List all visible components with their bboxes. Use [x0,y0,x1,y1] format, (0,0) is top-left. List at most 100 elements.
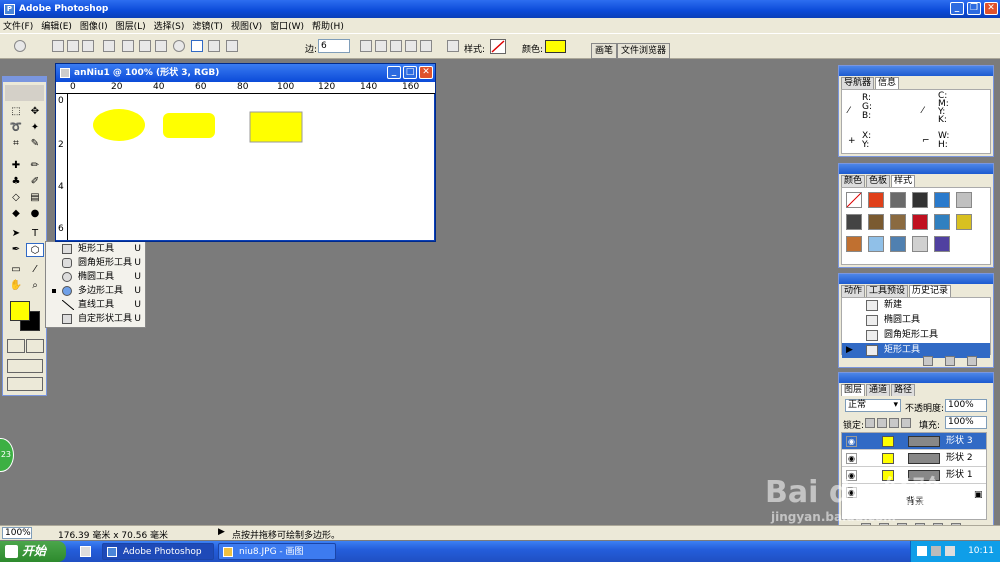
color-swatch[interactable] [545,40,566,53]
style-swatch[interactable] [890,236,906,252]
move-tool-icon[interactable]: ✥ [26,105,44,119]
tab-tool-presets[interactable]: 工具预设 [866,285,909,297]
style-swatch[interactable] [868,192,884,208]
taskbar-paint[interactable]: niu8.JPG - 画图 [218,543,336,560]
taskbar-photoshop[interactable]: Adobe Photoshop [102,543,214,560]
photoshop-logo-icon[interactable] [5,85,44,101]
style-swatch[interactable] [890,214,906,230]
lock-pixels-icon[interactable] [877,418,887,428]
foreground-color[interactable] [10,301,30,321]
doc-maximize-button[interactable]: □ [403,66,417,79]
paths-mode-button[interactable] [67,40,79,52]
quick-mask-icon[interactable] [26,339,44,353]
flyout-item-rectangle[interactable]: 矩形工具 U [48,242,144,256]
flyout-item-polygon[interactable]: 多边形工具 U [48,284,144,298]
ellipse-shape[interactable] [93,109,145,141]
tab-actions[interactable]: 动作 [841,285,866,297]
fill-pixels-mode-button[interactable] [82,40,94,52]
freeform-pen-icon[interactable] [122,40,134,52]
style-swatch[interactable] [868,236,884,252]
panel-title-bar[interactable] [839,274,993,284]
pen-tool-icon[interactable] [103,40,115,52]
tab-navigator[interactable]: 导航器 [841,77,875,89]
pen-tool-icon[interactable]: ✒ [7,243,25,257]
lock-transparency-icon[interactable] [865,418,875,428]
polygon-tool-icon[interactable]: ⬡ [26,243,44,257]
minimize-button[interactable]: _ [950,2,964,15]
rectangle-shape[interactable] [249,111,303,143]
opacity-input[interactable]: 100% [945,399,987,412]
menu-window[interactable]: 窗口(W) [270,19,304,32]
status-arrow-icon[interactable]: ▶ [218,527,225,537]
menu-file[interactable]: 文件(F) [3,19,33,32]
tab-layers[interactable]: 图层 [841,384,866,396]
menu-help[interactable]: 帮助(H) [312,19,344,32]
combine-icon[interactable] [360,40,372,52]
marquee-tool-icon[interactable]: ⬚ [7,105,25,119]
crop-tool-icon[interactable]: ⌗ [7,137,25,151]
ime-icon[interactable] [945,546,955,556]
tab-swatches[interactable]: 色板 [866,175,891,187]
tab-color[interactable]: 颜色 [841,175,866,187]
tab-styles[interactable]: 样式 [891,175,916,187]
eye-icon[interactable]: ◉ [846,453,857,464]
zoom-input[interactable]: 100% [2,527,32,539]
lock-position-icon[interactable] [889,418,899,428]
canvas[interactable] [68,94,434,240]
eyedropper-icon[interactable]: ⁄ [26,263,44,277]
screen-mode-icon[interactable] [7,359,43,373]
brushes-tab[interactable]: 画笔 [591,43,618,59]
exclude-icon[interactable] [405,40,417,52]
style-swatch[interactable] [934,236,950,252]
eraser-tool-icon[interactable]: ◇ [7,191,25,205]
style-picker[interactable] [490,39,506,54]
ellipse-shape-icon[interactable] [173,40,185,52]
style-swatch[interactable] [890,192,906,208]
toolbox-grip[interactable] [3,77,46,82]
slice-tool-icon[interactable]: ✎ [26,137,44,151]
panel-title-bar[interactable] [839,373,993,383]
style-swatch[interactable] [956,192,972,208]
history-item[interactable]: 新建 [842,298,990,313]
blur-tool-icon[interactable]: ◆ [7,207,25,221]
network-icon[interactable] [917,546,927,556]
flyout-item-rounded-rectangle[interactable]: 圆角矩形工具 U [48,256,144,270]
start-button[interactable]: 开始 [0,541,66,562]
tab-paths[interactable]: 路径 [891,384,916,396]
menu-filter[interactable]: 滤镜(T) [192,19,223,32]
new-document-icon[interactable] [923,356,933,366]
polygon-shape-icon[interactable] [191,40,203,52]
lock-all-icon[interactable] [901,418,911,428]
snapshot-icon[interactable] [945,356,955,366]
doc-close-button[interactable]: ✕ [419,66,433,79]
standard-mode-icon[interactable] [7,339,25,353]
line-shape-icon[interactable] [208,40,220,52]
imageready-jump-icon[interactable] [7,377,43,391]
sides-input[interactable]: 6 [318,39,350,53]
menu-select[interactable]: 选择(S) [154,19,185,32]
style-swatch[interactable] [912,236,928,252]
style-swatch[interactable] [868,214,884,230]
trash-icon[interactable] [967,356,977,366]
style-swatch[interactable] [912,192,928,208]
tool-preset-picker[interactable] [14,40,26,52]
style-swatch[interactable] [846,214,862,230]
brush-tool-icon[interactable]: ✏ [26,159,44,173]
history-item[interactable]: 圆角矩形工具 [842,328,990,343]
history-item[interactable]: 椭圆工具 [842,313,990,328]
style-swatch[interactable] [956,214,972,230]
flyout-item-custom-shape[interactable]: 自定形状工具 U [48,312,144,326]
menu-view[interactable]: 视图(V) [231,19,262,32]
lasso-tool-icon[interactable]: ➰ [7,121,25,135]
tab-info[interactable]: 信息 [875,77,900,89]
menu-layer[interactable]: 图层(L) [116,19,146,32]
history-brush-icon[interactable]: ✐ [26,175,44,189]
close-button[interactable]: ✕ [984,2,998,15]
style-swatch[interactable] [934,214,950,230]
panel-title-bar[interactable] [839,66,993,76]
magic-wand-icon[interactable]: ✦ [26,121,44,135]
gradient-tool-icon[interactable]: ▤ [26,191,44,205]
rounded-rectangle-shape[interactable] [163,113,215,138]
quick-launch-icon[interactable] [80,546,91,557]
volume-icon[interactable] [931,546,941,556]
